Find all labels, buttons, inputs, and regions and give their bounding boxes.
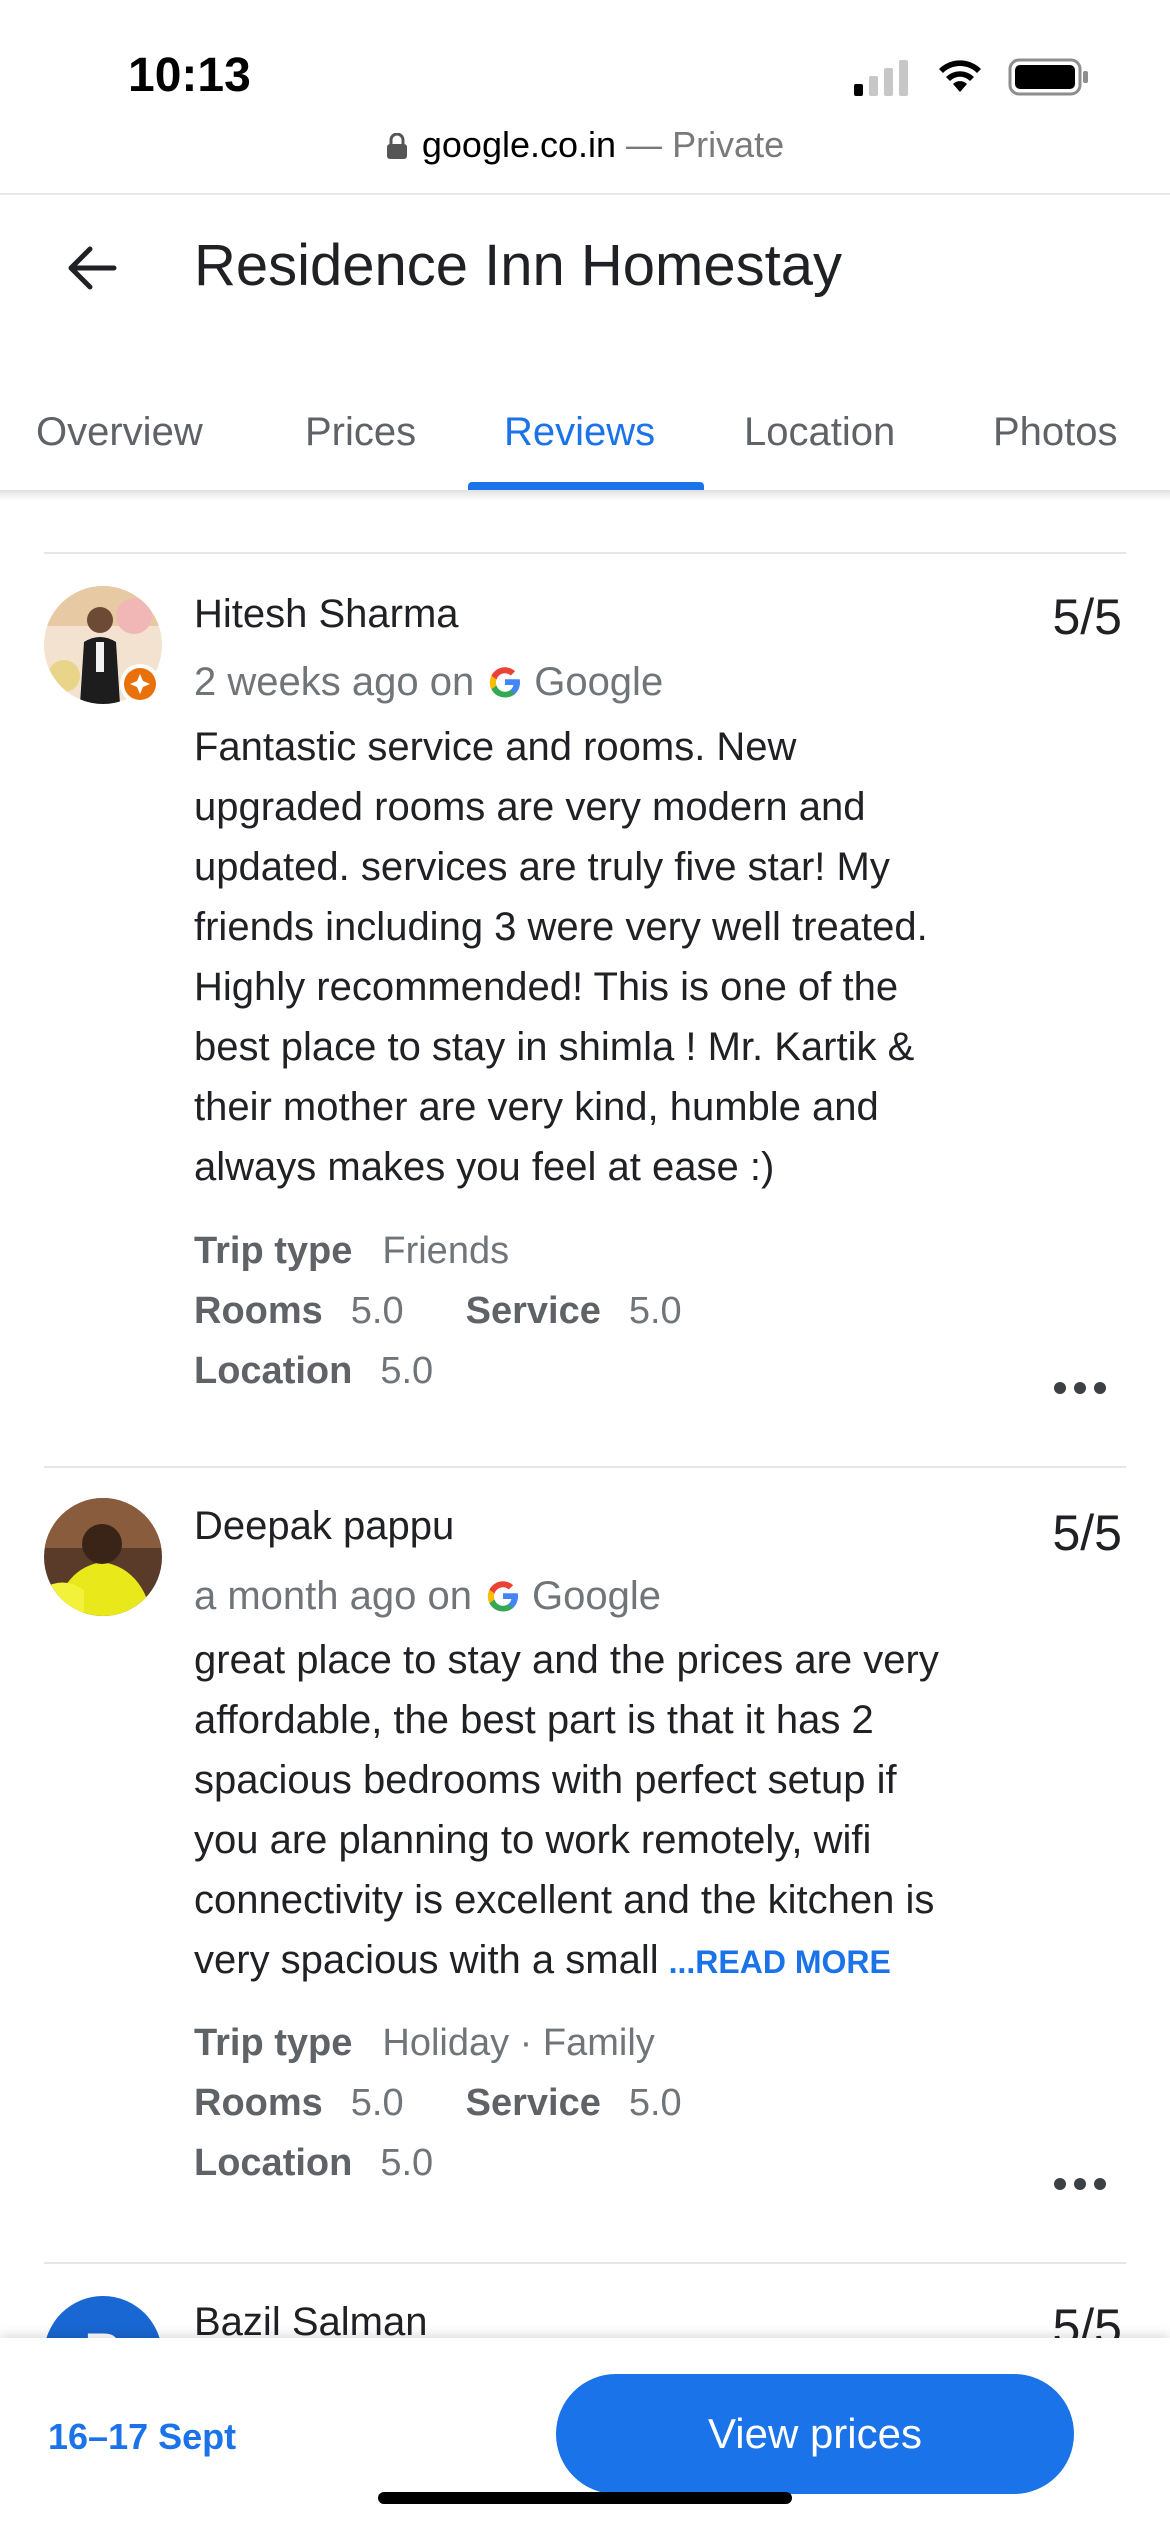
review-score: 5/5 (1052, 2299, 1122, 2338)
tab-photos[interactable]: Photos (993, 410, 1118, 455)
read-more-link[interactable]: ...READ MORE (669, 1944, 891, 1980)
location-label: Location (194, 2142, 353, 2184)
review-text-last-line: very spacious with a small (194, 1938, 659, 1982)
review-text-line: connectivity is excellent and the kitche… (194, 1878, 935, 1922)
more-options-icon[interactable] (1052, 1378, 1108, 1398)
trip-type-row: Trip type Friends (194, 1230, 509, 1273)
reviewer-avatar[interactable] (44, 586, 162, 704)
service-value: 5.0 (628, 2082, 682, 2124)
review-text-line: Highly recommended! This is one of the (194, 965, 899, 1009)
url-text: google.co.in (421, 124, 617, 165)
review-text-line: very spacious with a small ...READ MORE (194, 1930, 1034, 1992)
page-title: Residence Inn Homestay (194, 233, 842, 298)
location-row: Location 5.0 (194, 2142, 433, 2185)
status-time: 10:13 (128, 49, 251, 102)
review-text-line: updated. services are truly five star! M… (194, 845, 890, 889)
tab-overview[interactable]: Overview (36, 410, 203, 455)
review-text-line: great place to stay and the prices are v… (194, 1638, 939, 1682)
trip-type-value: Holiday · Family (382, 2022, 655, 2064)
review-text-line: Fantastic service and rooms. New (194, 725, 797, 769)
review-text-line: spacious bedrooms with perfect setup if (194, 1758, 897, 1802)
google-logo-icon (487, 1581, 518, 1612)
review-text: Fantastic service and rooms. New upgrade… (194, 717, 1034, 1197)
rooms-value: 5.0 (350, 2082, 404, 2124)
tab-prices[interactable]: Prices (305, 410, 416, 455)
trip-type-label: Trip type (194, 2022, 353, 2064)
rooms-value: 5.0 (350, 1290, 404, 1332)
review-time: a month ago on (194, 1574, 472, 1618)
active-tab-indicator (468, 482, 704, 490)
status-bar: 10:13 google.co.in — Private (0, 0, 1170, 165)
url-bar[interactable]: google.co.in — Private (0, 124, 1170, 166)
review-card: B Bazil Salman 5/5 (0, 2262, 1170, 2338)
review-text-line: affordable, the best part is that it has… (194, 1698, 874, 1742)
tab-bar-shadow (0, 490, 1170, 500)
mode-separator: — (626, 124, 663, 165)
trip-type-value: Friends (382, 1230, 510, 1272)
more-options-icon[interactable] (1052, 2174, 1108, 2194)
trip-type-row: Trip type Holiday · Family (194, 2022, 655, 2065)
cellular-signal-icon (854, 60, 908, 96)
reviewer-name[interactable]: Bazil Salman (194, 2300, 427, 2338)
review-meta: a month ago on Google (194, 1574, 661, 1619)
service-value: 5.0 (628, 1290, 682, 1332)
reviewer-name[interactable]: Deepak pappu (194, 1504, 454, 1549)
rating-row: Rooms 5.0 Service 5.0 (194, 2082, 682, 2125)
review-time: 2 weeks ago on (194, 660, 475, 704)
tab-reviews[interactable]: Reviews (504, 410, 655, 455)
location-row: Location 5.0 (194, 1350, 433, 1393)
lock-icon (386, 133, 407, 159)
review-text: great place to stay and the prices are v… (194, 1630, 1034, 1992)
review-text-line: upgraded rooms are very modern and (194, 785, 866, 829)
review-divider (44, 552, 1126, 554)
service-label: Service (465, 2082, 601, 2124)
location-value: 5.0 (380, 1350, 434, 1392)
review-text-line: you are planning to work remotely, wifi (194, 1818, 872, 1862)
review-text-line: friends including 3 were very well treat… (194, 905, 928, 949)
review-text-line: their mother are very kind, humble and (194, 1085, 879, 1129)
tab-location[interactable]: Location (744, 410, 895, 455)
private-mode-label: Private (672, 124, 785, 165)
review-source: Google (532, 1574, 661, 1618)
review-text-line: best place to stay in shimla ! Mr. Karti… (194, 1025, 915, 1069)
view-prices-button[interactable]: View prices (556, 2374, 1074, 2494)
review-meta: 2 weeks ago on Google (194, 660, 663, 705)
home-indicator[interactable] (378, 2492, 792, 2504)
google-logo-icon (490, 667, 521, 698)
tab-bar: Overview Prices Reviews Location Photos (0, 400, 1170, 490)
divider (0, 193, 1170, 195)
rating-row: Rooms 5.0 Service 5.0 (194, 1290, 682, 1333)
battery-icon (1008, 58, 1088, 96)
review-score: 5/5 (1052, 589, 1122, 645)
reviewer-name[interactable]: Hitesh Sharma (194, 592, 459, 637)
review-score: 5/5 (1052, 1505, 1122, 1561)
back-arrow-icon[interactable] (64, 240, 120, 296)
location-value: 5.0 (380, 2142, 434, 2184)
reviewer-avatar[interactable]: B (44, 2296, 162, 2338)
date-range-button[interactable]: 16–17 Sept (48, 2416, 236, 2458)
trip-type-label: Trip type (194, 1230, 353, 1272)
review-divider (44, 1466, 1126, 1468)
wifi-icon (939, 60, 981, 92)
rooms-label: Rooms (194, 1290, 323, 1332)
location-label: Location (194, 1350, 353, 1392)
reviewer-avatar[interactable] (44, 1498, 162, 1616)
service-label: Service (465, 1290, 601, 1332)
review-source: Google (534, 660, 664, 704)
review-text-line: always makes you feel at ease :) (194, 1145, 775, 1189)
rooms-label: Rooms (194, 2082, 323, 2124)
